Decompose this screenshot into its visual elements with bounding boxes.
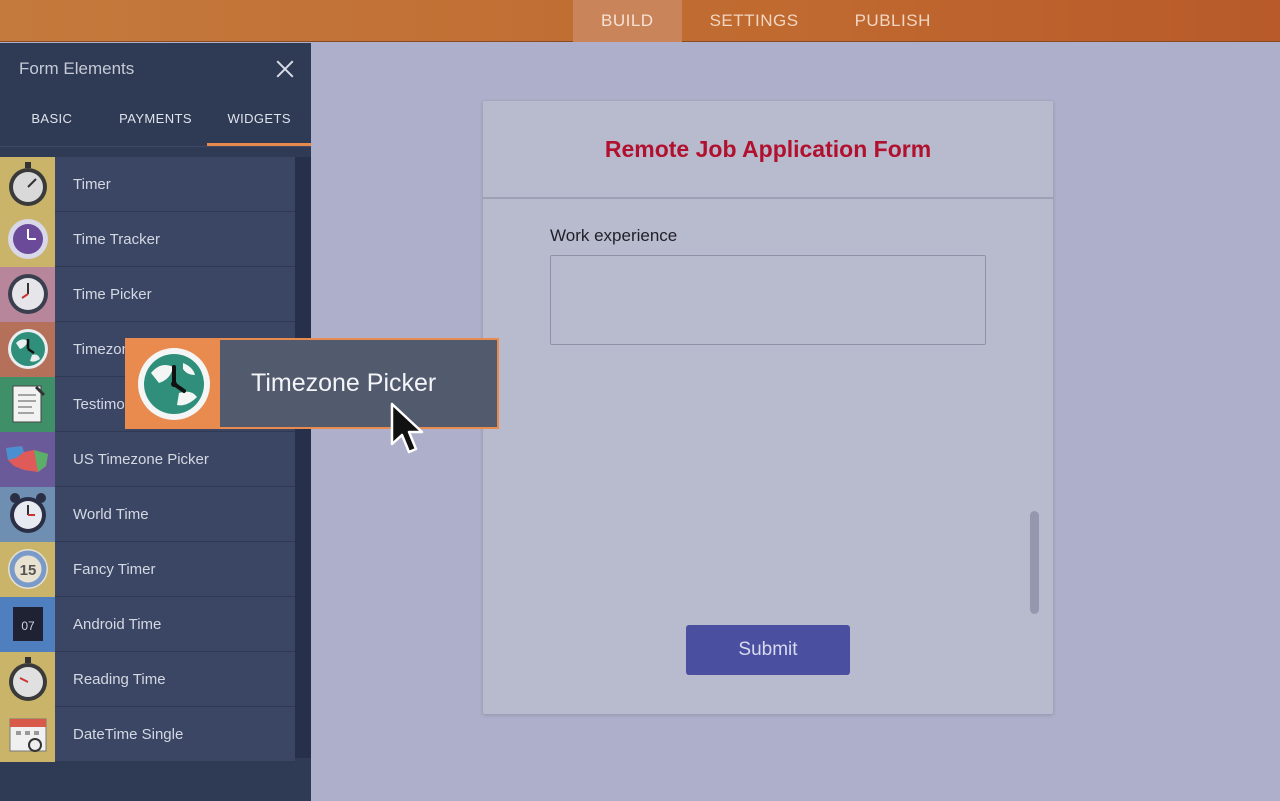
panel-tabs: BASIC PAYMENTS WIDGETS [0,95,312,147]
list-item-label: Fancy Timer [73,560,156,578]
tab-publish[interactable]: PUBLISH [827,0,959,42]
document-icon [0,376,55,432]
list-item-time-picker[interactable]: Time Picker [0,266,295,322]
list-item-label: US Timezone Picker [73,450,209,468]
calendar-icon [0,706,55,762]
list-item-label: Time Tracker [73,230,160,248]
globe-clock-icon [127,340,220,427]
list-item-time-tracker[interactable]: Time Tracker [0,211,295,267]
list-item-label: Reading Time [73,670,166,688]
alarm-clock-icon [0,486,55,542]
panel-scrollbar[interactable] [295,157,311,758]
tab-widgets[interactable]: WIDGETS [207,95,312,146]
tab-build[interactable]: BUILD [573,0,682,42]
submit-button[interactable]: Submit [686,625,850,675]
list-item-label: Time Picker [73,285,152,303]
form-title[interactable]: Remote Job Application Form [605,136,931,163]
android-time-icon: 07 [0,596,55,652]
close-icon[interactable] [275,59,295,79]
question-label[interactable]: Work experience [550,226,677,246]
stopwatch-icon [0,651,55,707]
list-item-label: World Time [73,505,149,523]
work-experience-textarea[interactable] [550,255,986,345]
fancy-timer-icon: 15 [0,541,55,597]
list-item-us-timezone-picker[interactable]: US Timezone Picker [0,431,295,487]
svg-text:15: 15 [19,562,36,579]
mouse-pointer-icon [390,402,424,454]
list-item-label: Android Time [73,615,162,633]
list-item-fancy-timer[interactable]: 15 Fancy Timer [0,541,295,597]
purple-clock-icon [0,211,55,267]
tab-payments[interactable]: PAYMENTS [104,95,208,146]
globe-clock-icon [0,321,55,377]
widget-list: Timer Time Tracker Time Picker Timezone … [0,156,295,762]
stopwatch-icon [0,156,55,212]
list-item-label: DateTime Single [73,725,184,743]
top-bar: BUILD SETTINGS PUBLISH [0,0,1280,42]
list-item-datetime-single[interactable]: DateTime Single [0,706,295,762]
form-card: Remote Job Application Form Work experie… [483,101,1053,714]
tab-basic[interactable]: BASIC [0,95,104,146]
top-nav: BUILD SETTINGS PUBLISH [573,0,959,42]
dragged-widget[interactable]: Timezone Picker [125,338,499,429]
list-item-label: Timer [73,175,111,193]
svg-text:07: 07 [21,619,35,633]
clock-icon [0,266,55,322]
tab-settings[interactable]: SETTINGS [682,0,827,42]
us-map-icon [0,431,55,487]
form-scrollbar[interactable] [1030,511,1039,614]
list-item-timer[interactable]: Timer [0,156,295,212]
panel-header: Form Elements [0,43,311,95]
list-item-android-time[interactable]: 07 Android Time [0,596,295,652]
list-item-world-time[interactable]: World Time [0,486,295,542]
panel-title: Form Elements [19,59,135,78]
form-header: Remote Job Application Form [483,101,1053,199]
list-item-reading-time[interactable]: Reading Time [0,651,295,707]
